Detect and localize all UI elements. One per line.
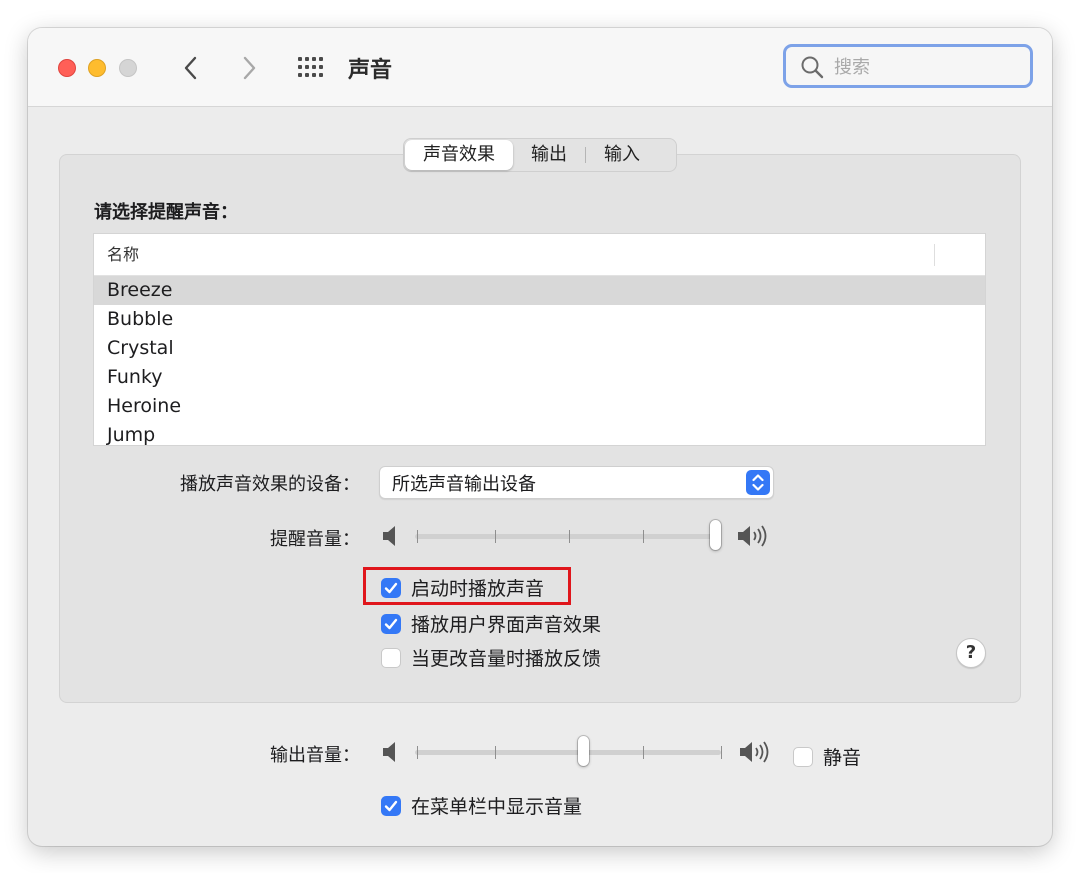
volume-feedback-checkbox[interactable]: 当更改音量时播放反馈 (381, 644, 601, 671)
column-divider (934, 244, 935, 266)
alert-volume-label: 提醒音量： (270, 529, 360, 550)
slider-thumb[interactable] (578, 736, 589, 766)
checkbox-label: 当更改音量时播放反馈 (411, 648, 602, 670)
slider-tick (417, 746, 418, 759)
slider-tick (569, 530, 570, 543)
startup-sound-checkbox[interactable]: 启动时播放声音 (381, 574, 544, 601)
slider-tick (495, 530, 496, 543)
device-label: 播放声音效果的设备： (180, 474, 360, 495)
window-title: 声音 (348, 58, 393, 83)
alert-volume-slider[interactable] (381, 517, 776, 557)
speaker-high-icon (740, 741, 769, 763)
forward-button[interactable] (234, 53, 264, 83)
tab-input[interactable]: 输入 (586, 140, 658, 170)
updown-chevron-icon (746, 470, 770, 495)
column-header-name: 名称 (107, 245, 140, 264)
checkbox[interactable] (381, 577, 401, 598)
checkbox[interactable] (381, 647, 401, 668)
table-header[interactable]: 名称 (94, 234, 985, 276)
speaker-high-icon (738, 525, 767, 547)
mute-checkbox[interactable]: 静音 (793, 743, 861, 770)
table-row[interactable]: Heroine (94, 392, 985, 421)
titlebar: 声音 (28, 28, 1052, 107)
grid-icon (298, 57, 323, 77)
back-button[interactable] (176, 53, 206, 83)
table-row[interactable]: Funky (94, 363, 985, 392)
slider-tick (643, 746, 644, 759)
slider-thumb[interactable] (710, 520, 721, 550)
minimize-button[interactable] (88, 59, 106, 77)
output-volume-slider[interactable] (381, 733, 776, 773)
table-row[interactable]: Jump (94, 421, 985, 445)
checkbox[interactable] (381, 613, 401, 634)
ui-sound-effects-checkbox[interactable]: 播放用户界面声音效果 (381, 610, 601, 637)
slider-track (415, 534, 715, 539)
device-popup-value: 所选声音输出设备 (392, 474, 536, 495)
checkbox-label: 在菜单栏中显示音量 (411, 796, 583, 818)
slider-tick (643, 530, 644, 543)
output-volume-label: 输出音量： (270, 745, 360, 766)
checkmark-icon (384, 582, 398, 593)
speaker-low-icon (383, 526, 395, 546)
system-preferences-window: 声音 声音效果 输出 输入 请选择提醒声音： 名称 Breeze Bubble … (28, 28, 1052, 846)
tab-bar: 声音效果 输出 输入 (403, 138, 677, 172)
back-chevron-icon (184, 56, 197, 80)
alert-sound-label: 请选择提醒声音： (94, 202, 238, 223)
slider-tick (417, 530, 418, 543)
checkbox-label: 播放用户界面声音效果 (411, 614, 602, 636)
zoom-button (119, 59, 137, 77)
show-volume-in-menubar-checkbox[interactable]: 在菜单栏中显示音量 (381, 792, 582, 819)
slider-track (415, 750, 721, 755)
slider-tick (721, 746, 722, 759)
search-icon (801, 56, 824, 79)
checkbox[interactable] (793, 746, 813, 767)
table-row[interactable]: Crystal (94, 334, 985, 363)
speaker-low-icon (383, 742, 395, 762)
device-popup[interactable]: 所选声音输出设备 (379, 466, 774, 499)
forward-chevron-icon (243, 56, 256, 80)
checkbox-label: 启动时播放声音 (411, 578, 545, 600)
search-field[interactable] (783, 44, 1033, 88)
checkmark-icon (384, 800, 398, 811)
checkmark-icon (384, 618, 398, 629)
table-row[interactable]: Bubble (94, 305, 985, 334)
table-row[interactable]: Breeze (94, 276, 985, 305)
alert-sound-table[interactable]: 名称 Breeze Bubble Crystal Funky Heroine J… (93, 233, 986, 446)
slider-tick (495, 746, 496, 759)
show-all-button[interactable] (296, 54, 326, 80)
checkbox[interactable] (381, 795, 401, 816)
close-button[interactable] (58, 59, 76, 77)
tab-output[interactable]: 输出 (513, 140, 585, 170)
mute-label: 静音 (823, 747, 862, 769)
search-input[interactable] (832, 53, 1016, 81)
help-button[interactable]: ? (956, 638, 986, 668)
tab-sound-effects[interactable]: 声音效果 (405, 140, 513, 170)
